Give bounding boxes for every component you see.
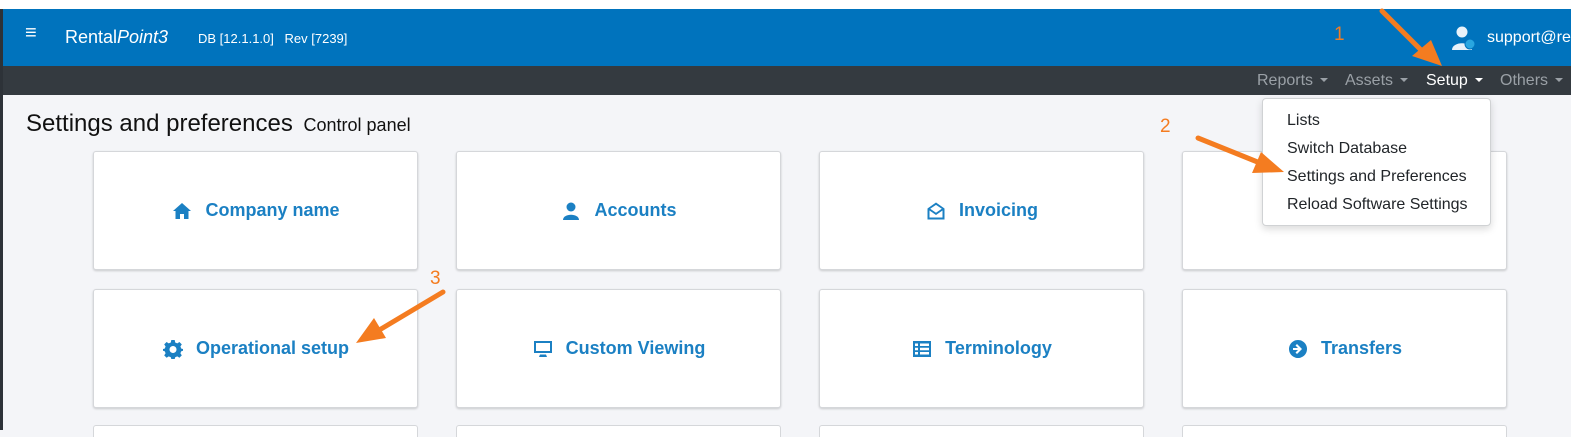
nav-others[interactable]: Others [1500, 72, 1564, 90]
annotation-number-2: 2 [1160, 116, 1171, 137]
card-label: Invoicing [958, 200, 1038, 220]
user-avatar-icon [1452, 26, 1476, 50]
db-info: DB [12.1.1.0] Rev [7239] [198, 31, 354, 46]
rev-number: Rev [7239] [284, 31, 348, 46]
card-operational-setup[interactable]: Operational setup [93, 289, 418, 408]
card-label: Operational setup [195, 338, 350, 358]
user-menu[interactable]: support@re [1450, 25, 1571, 51]
nav-bar: Reports Assets Setup Others [3, 66, 1571, 95]
menu-item-reload-software-settings[interactable]: Reload Software Settings [1287, 196, 1468, 214]
menu-item-switch-database[interactable]: Switch Database [1287, 140, 1407, 158]
monitor-icon [532, 339, 554, 359]
brand-logo[interactable]: RentalPoint3 [65, 27, 168, 48]
user-email: support@re [1487, 29, 1571, 46]
page-title-text: Settings and preferences [26, 110, 293, 137]
card-invoicing[interactable]: Invoicing [819, 151, 1144, 270]
annotation-number-3: 3 [430, 268, 441, 289]
brand-part1: Rental [65, 27, 118, 47]
nav-assets[interactable]: Assets [1345, 72, 1409, 90]
user-icon [560, 201, 582, 221]
nav-others-label: Others [1500, 72, 1549, 89]
card-company-name[interactable]: Company name [93, 151, 418, 270]
envelope-open-icon [925, 201, 947, 221]
home-icon [171, 201, 193, 221]
card-row3-partial [456, 425, 781, 437]
nav-assets-label: Assets [1345, 72, 1394, 89]
nav-reports-label: Reports [1257, 72, 1314, 89]
card-label: Accounts [594, 200, 677, 220]
caret-down-icon [1400, 78, 1409, 82]
card-custom-viewing[interactable]: Custom Viewing [456, 289, 781, 408]
card-transfers[interactable]: Transfers [1182, 289, 1507, 408]
card-label: Custom Viewing [565, 338, 706, 358]
menu-item-settings-and-preferences[interactable]: Settings and Preferences [1287, 168, 1467, 186]
arrow-circle-right-icon [1287, 339, 1309, 359]
card-row3-partial [819, 425, 1144, 437]
list-icon [911, 339, 933, 359]
caret-down-icon [1320, 78, 1329, 82]
db-version: DB [12.1.1.0] [198, 31, 274, 46]
left-edge [0, 9, 3, 430]
brand-part2: Point3 [117, 27, 169, 47]
card-terminology[interactable]: Terminology [819, 289, 1144, 408]
hamburger-menu-icon[interactable]: ≡ [25, 23, 37, 43]
card-label: Terminology [945, 338, 1052, 358]
card-accounts[interactable]: Accounts [456, 151, 781, 270]
gear-icon [162, 339, 184, 359]
card-row3-partial [93, 425, 418, 437]
page-subtitle: Control panel [303, 115, 411, 135]
annotation-number-1: 1 [1334, 24, 1345, 45]
menu-item-lists[interactable]: Lists [1287, 112, 1320, 130]
nav-setup[interactable]: Setup [1426, 72, 1483, 90]
page-title: Settings and preferences Control panel [26, 110, 411, 138]
card-label: Company name [205, 200, 340, 220]
nav-setup-label: Setup [1426, 72, 1468, 89]
card-row3-partial [1182, 425, 1507, 437]
caret-down-icon [1555, 78, 1564, 82]
setup-dropdown-menu: Lists Switch Database Settings and Prefe… [1262, 98, 1491, 226]
nav-reports[interactable]: Reports [1257, 72, 1329, 90]
caret-down-icon [1474, 78, 1483, 82]
card-label: Transfers [1320, 338, 1403, 358]
top-strip [0, 0, 1571, 9]
